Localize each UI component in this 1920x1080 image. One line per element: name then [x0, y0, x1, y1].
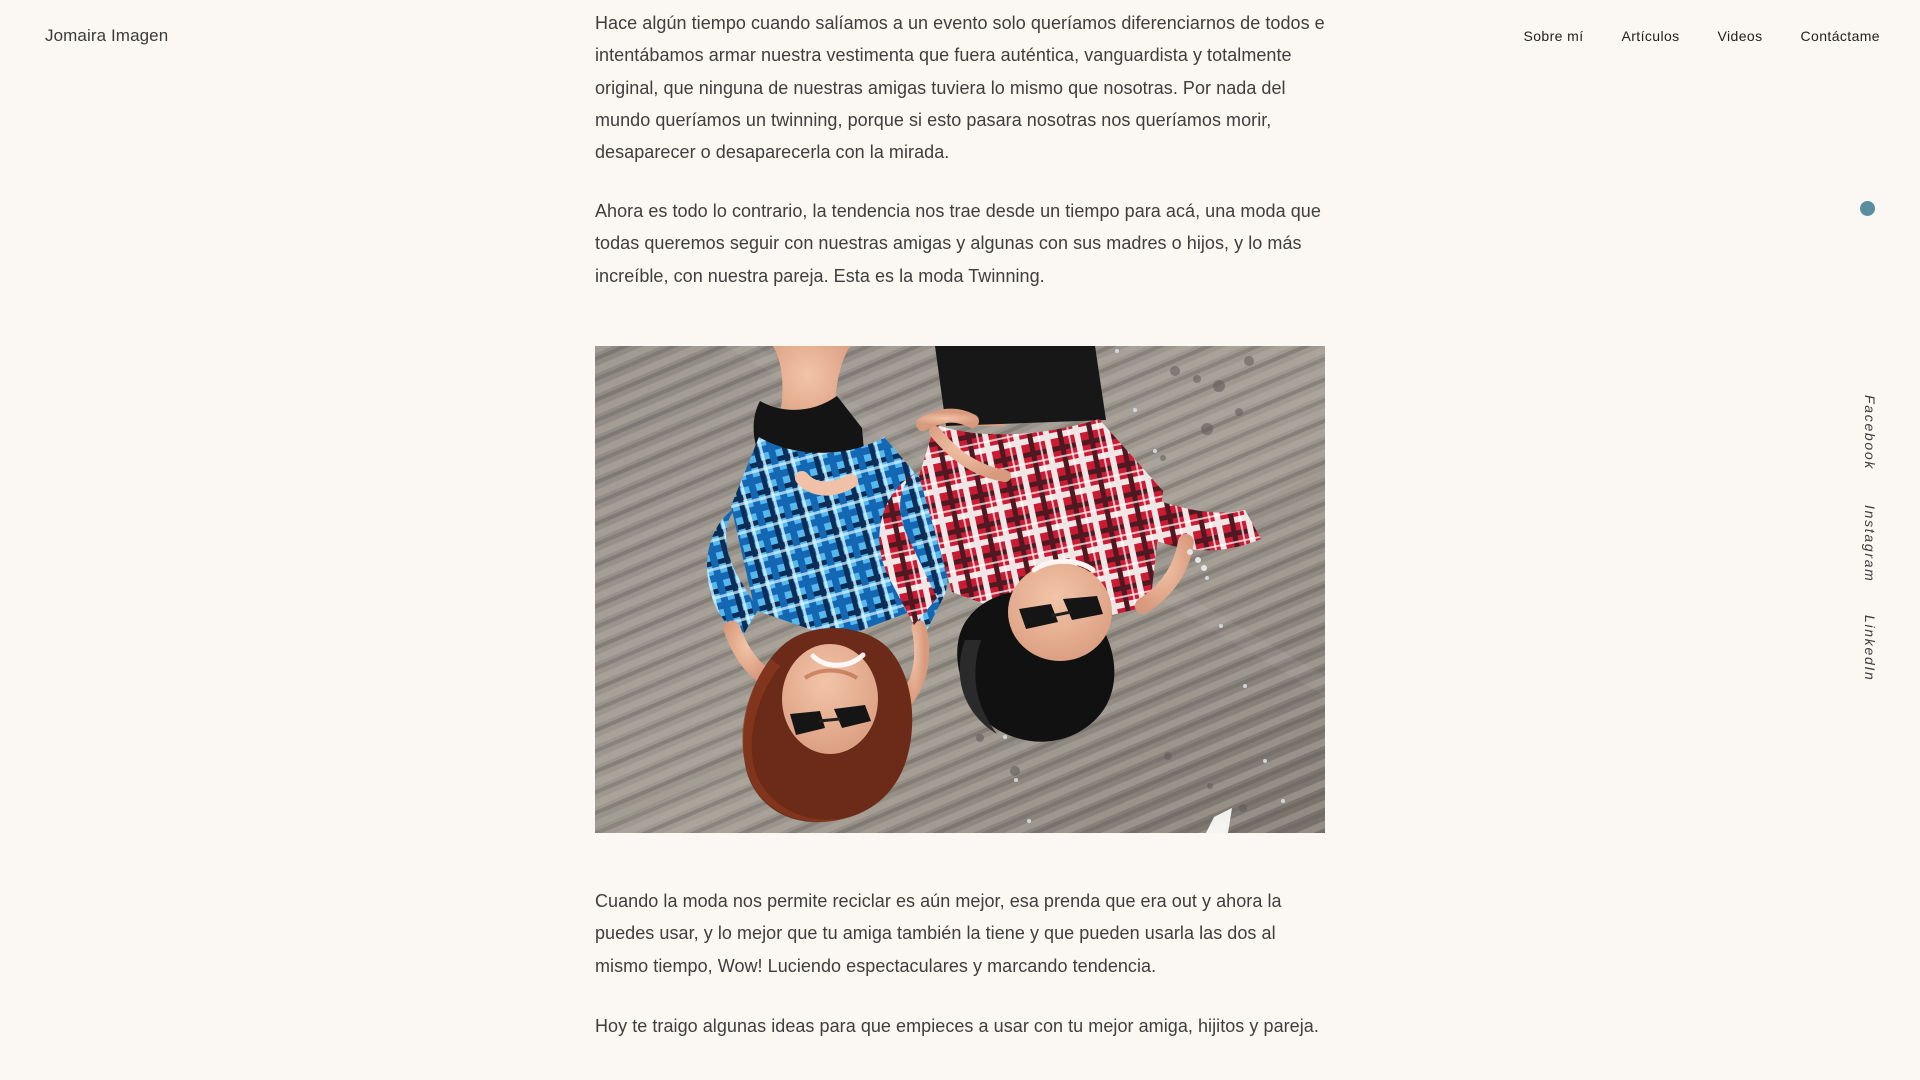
nav-videos[interactable]: Videos [1718, 28, 1763, 44]
social-links: Facebook Instagram LinkedIn [1862, 395, 1880, 695]
article-paragraph-2: Ahora es todo lo contrario, la tendencia… [595, 201, 1321, 286]
article-photo [595, 346, 1325, 833]
nav-sobre-mi[interactable]: Sobre mí [1523, 28, 1583, 44]
blog-page: Jomaira Imagen Sobre mí Artículos Videos… [0, 0, 1920, 1080]
twinning-photo-illustration [595, 346, 1325, 833]
nav-articulos[interactable]: Artículos [1621, 28, 1679, 44]
article-paragraph-1: Hace algún tiempo cuando salíamos a un e… [595, 13, 1325, 163]
nav-contactame[interactable]: Contáctame [1801, 28, 1880, 44]
article-paragraph-4: Hoy te traigo algunas ideas para que emp… [595, 1016, 1319, 1036]
top-navigation: Sobre mí Artículos Videos Contáctame [1523, 28, 1880, 44]
facebook-link[interactable]: Facebook [1862, 395, 1878, 470]
site-brand[interactable]: Jomaira Imagen [45, 26, 168, 46]
article-paragraph-3: Cuando la moda nos permite reciclar es a… [595, 891, 1282, 976]
instagram-link[interactable]: Instagram [1862, 505, 1878, 583]
scroll-position-dot[interactable] [1860, 201, 1875, 216]
linkedin-link[interactable]: LinkedIn [1862, 615, 1878, 682]
